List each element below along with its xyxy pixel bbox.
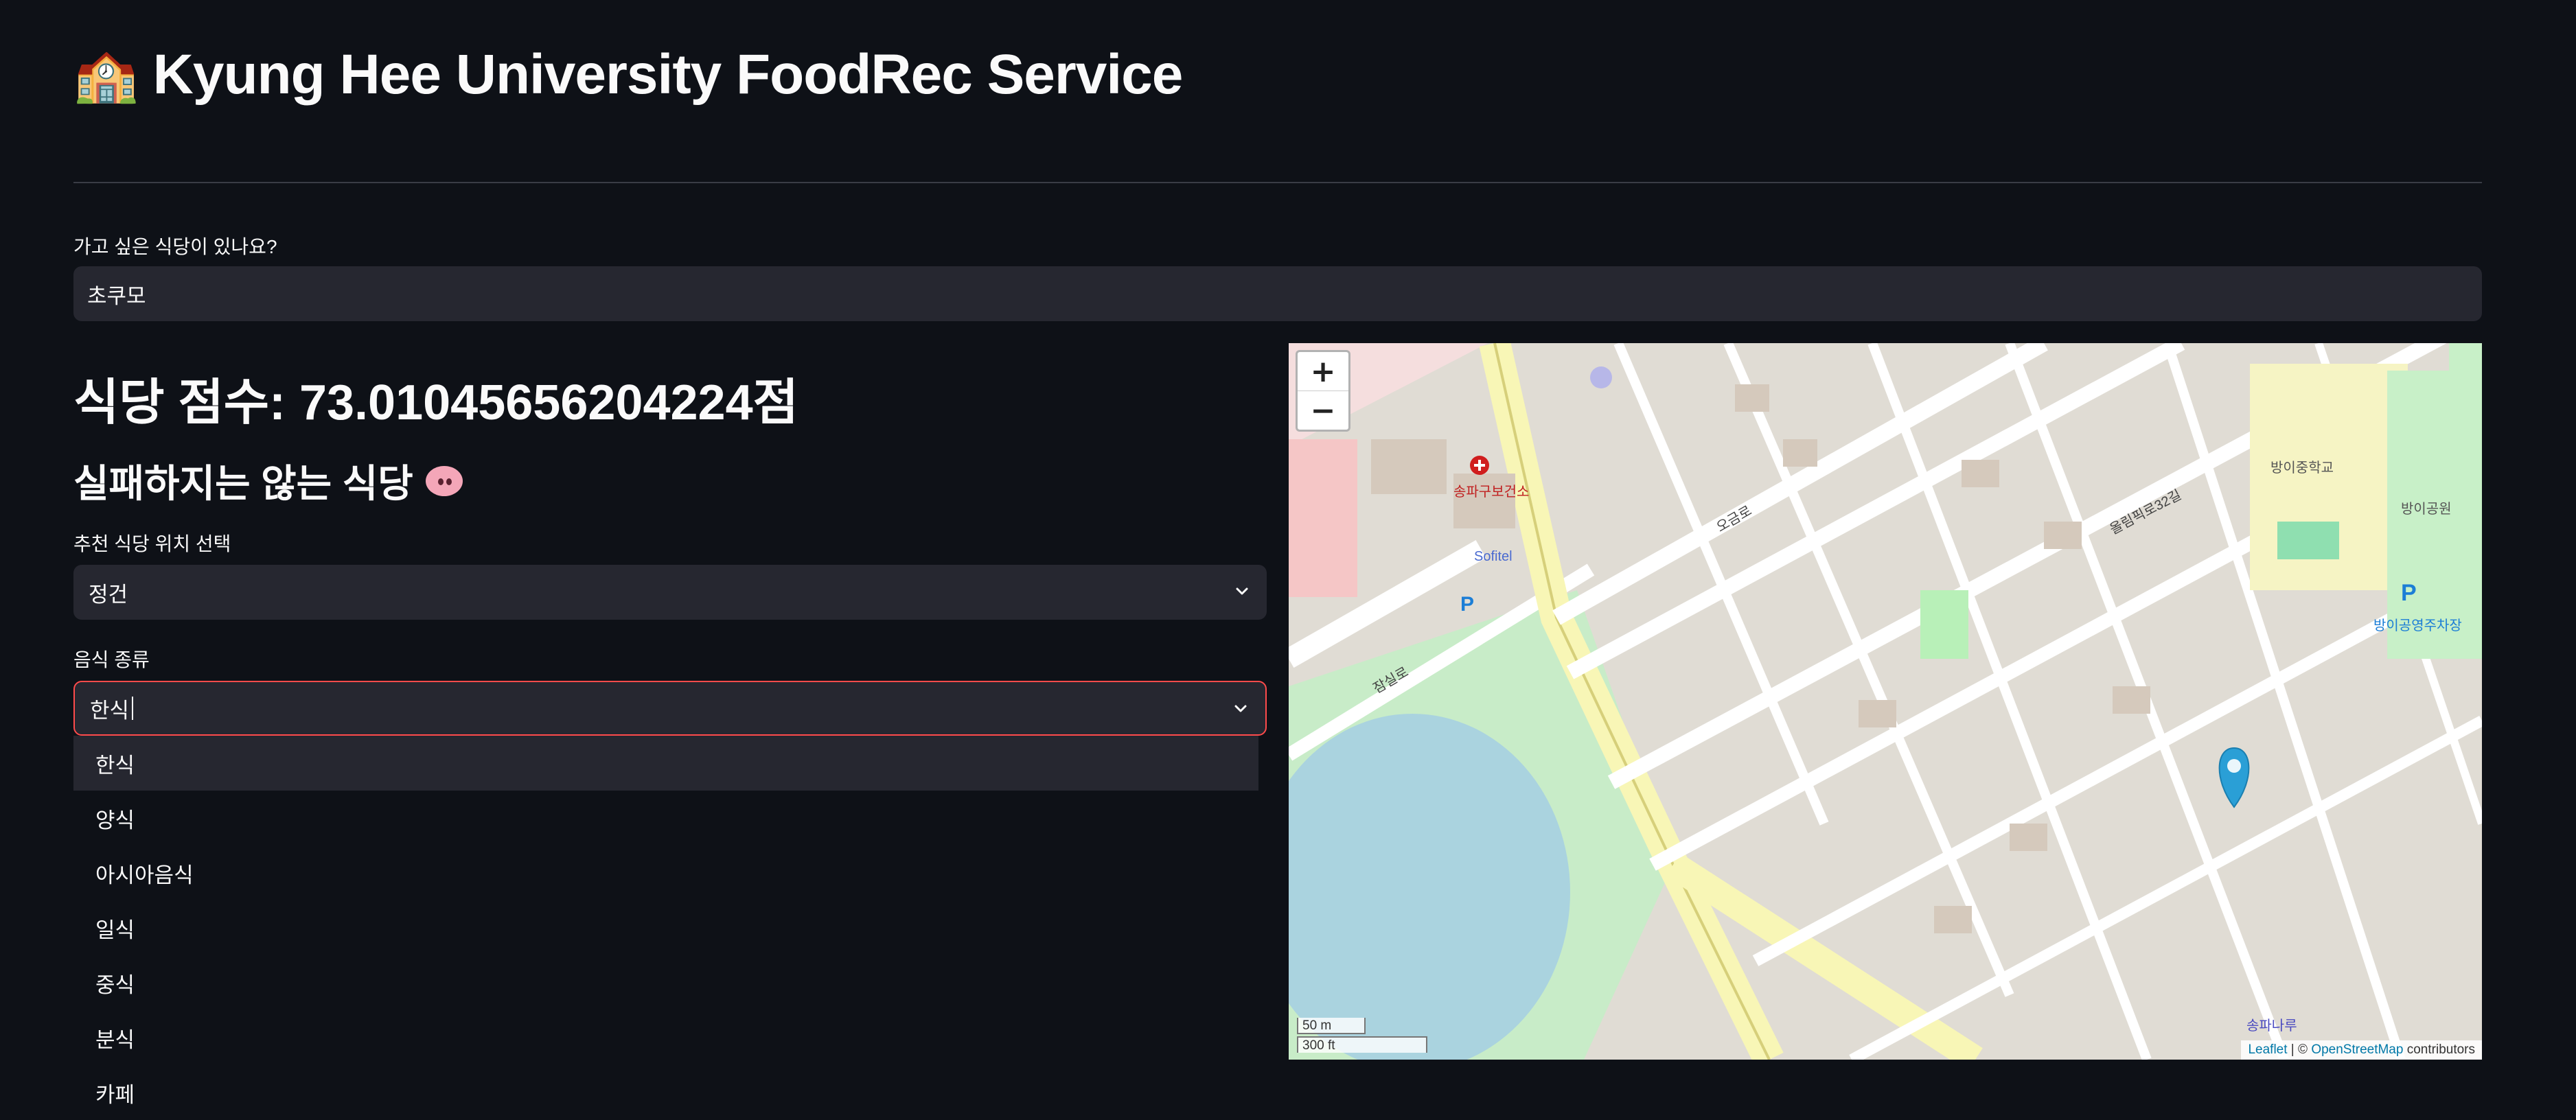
zoom-out-button[interactable]: −	[1298, 390, 1348, 430]
pig-face-icon	[425, 465, 463, 496]
scale-bar: 50 m 300 ft	[1297, 1018, 1427, 1053]
map-tiles: P P	[1289, 343, 2482, 1060]
zoom-control: + −	[1296, 350, 1350, 432]
food-type-select[interactable]: 한식	[73, 681, 1267, 736]
result-heading-text: 실패하지는 않는 식당	[73, 462, 413, 505]
chevron-down-icon	[1234, 705, 1247, 712]
page-title-text: Kyung Hee University FoodRec Service	[152, 43, 1184, 106]
dropdown-option[interactable]: 카페	[73, 1065, 1258, 1120]
chevron-down-icon	[1236, 587, 1248, 595]
attribution-suffix: contributors	[2403, 1042, 2475, 1057]
search-value: 초쿠모	[87, 283, 146, 308]
osm-link[interactable]: OpenStreetMap	[2311, 1042, 2403, 1057]
map-view[interactable]: P P Sofitel 방이중학교 방이공원 잠실로 오금로 올림픽로32길 송…	[1289, 343, 2482, 1060]
zoom-in-button[interactable]: +	[1298, 352, 1348, 390]
scale-meters: 50 m	[1297, 1018, 1366, 1034]
location-select-value: 정건	[89, 582, 128, 607]
food-select-value: 한식	[90, 698, 130, 723]
map-label: 방이공영주차장	[2373, 618, 2462, 633]
search-label: 가고 싶은 식당이 있나요?	[73, 236, 277, 257]
divider	[73, 182, 2482, 183]
map-label: 송파나루	[2246, 1018, 2297, 1034]
map-label: Sofitel	[1474, 549, 1513, 564]
map-label: 방이공원	[2401, 502, 2452, 517]
dropdown-option[interactable]: 일식	[73, 900, 1258, 955]
page-title: 🏫 Kyung Hee University FoodRec Service	[73, 43, 1184, 107]
svg-text:P: P	[1460, 593, 1474, 616]
school-icon: 🏫	[73, 46, 139, 104]
food-type-dropdown: 한식 양식 아시아음식 일식 중식 분식 카페	[73, 736, 1258, 1120]
text-caret	[132, 697, 134, 720]
result-heading: 실패하지는 않는 식당	[73, 453, 463, 509]
dropdown-option[interactable]: 한식	[73, 736, 1258, 791]
attribution-separator: | ©	[2287, 1042, 2312, 1057]
location-select[interactable]: 정건	[73, 565, 1267, 620]
leaflet-link[interactable]: Leaflet	[2248, 1042, 2287, 1057]
map-attribution: Leaflet | © OpenStreetMap contributors	[2241, 1040, 2482, 1060]
map-label: 송파구보건소	[1453, 485, 1530, 500]
location-select-label: 추천 식당 위치 선택	[73, 533, 231, 555]
map-label: 방이중학교	[2270, 460, 2334, 476]
restaurant-search-input[interactable]: 초쿠모	[73, 266, 2482, 321]
scale-feet: 300 ft	[1297, 1036, 1427, 1053]
svg-text:P: P	[2401, 580, 2417, 606]
dropdown-option[interactable]: 중식	[73, 955, 1258, 1010]
dropdown-option[interactable]: 아시아음식	[73, 845, 1258, 900]
food-select-label: 음식 종류	[73, 649, 150, 670]
dropdown-option[interactable]: 분식	[73, 1010, 1258, 1065]
dropdown-option[interactable]: 양식	[73, 791, 1258, 845]
restaurant-score: 식당 점수: 73.01045656204224점	[73, 375, 798, 430]
